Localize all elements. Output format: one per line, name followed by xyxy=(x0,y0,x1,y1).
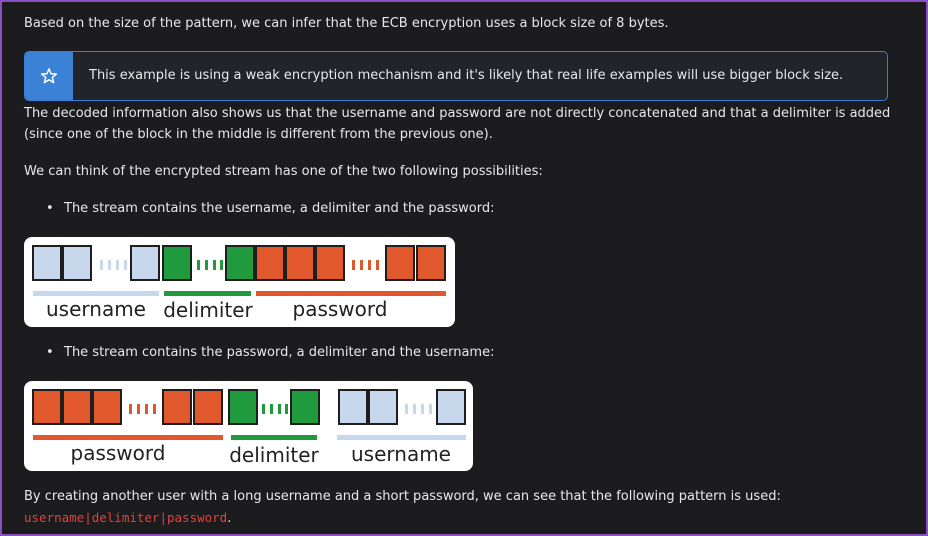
username-underline xyxy=(337,435,466,440)
password-block xyxy=(62,389,92,425)
password-block xyxy=(162,389,192,425)
username-block xyxy=(368,389,398,425)
username-block xyxy=(338,389,368,425)
label-delimiter: delimiter xyxy=(229,443,319,467)
username-block xyxy=(130,245,160,281)
delimiter-ellipsis xyxy=(262,404,288,414)
password-ellipsis xyxy=(352,260,379,270)
password-block xyxy=(416,245,446,281)
bullet-dot: • xyxy=(46,201,54,216)
conclusion-paragraph: By creating another user with a long use… xyxy=(24,486,904,529)
delimiter-block xyxy=(228,389,258,425)
decoded-paragraph: The decoded information also shows us th… xyxy=(24,106,891,142)
password-block xyxy=(385,245,415,281)
delimiter-underline xyxy=(164,291,251,296)
label-password: password xyxy=(293,297,388,321)
label-delimiter: delimiter xyxy=(163,298,253,322)
username-ellipsis xyxy=(100,260,127,270)
callout-text: This example is using a weak encryption … xyxy=(89,68,844,83)
conclusion-period: . xyxy=(227,511,232,526)
password-block xyxy=(32,389,62,425)
pattern-code: username|delimiter|password xyxy=(24,510,228,525)
password-ellipsis xyxy=(129,404,156,414)
bullet-text: The stream contains the password, a deli… xyxy=(64,345,495,360)
delimiter-block xyxy=(225,245,255,281)
password-block xyxy=(255,245,285,281)
password-underline xyxy=(256,291,446,296)
username-ellipsis xyxy=(405,404,432,414)
username-block xyxy=(32,245,62,281)
password-block xyxy=(92,389,122,425)
possibilities-paragraph: We can think of the encrypted stream has… xyxy=(24,164,543,179)
password-block xyxy=(193,389,223,425)
conclusion-text: By creating another user with a long use… xyxy=(24,489,781,504)
delimiter-block xyxy=(290,389,320,425)
label-username: username xyxy=(351,442,451,466)
username-block xyxy=(62,245,92,281)
label-password: password xyxy=(71,441,166,465)
bullet-text: The stream contains the username, a deli… xyxy=(64,201,495,216)
diagram-username-delimiter-password: username delimiter password xyxy=(24,237,455,327)
star-icon xyxy=(40,68,58,84)
username-underline xyxy=(33,291,159,296)
diagram-password-delimiter-username: password delimiter username xyxy=(24,381,473,471)
bullet-dot: • xyxy=(46,345,54,360)
delimiter-underline xyxy=(231,435,317,440)
password-block xyxy=(315,245,345,281)
intro-paragraph: Based on the size of the pattern, we can… xyxy=(24,16,669,31)
delimiter-block xyxy=(162,245,192,281)
password-underline xyxy=(33,435,223,440)
username-block xyxy=(436,389,466,425)
callout-icon-box xyxy=(25,52,73,100)
password-block xyxy=(285,245,315,281)
delimiter-ellipsis xyxy=(197,260,223,270)
label-username: username xyxy=(46,297,146,321)
info-callout: This example is using a weak encryption … xyxy=(24,51,888,101)
